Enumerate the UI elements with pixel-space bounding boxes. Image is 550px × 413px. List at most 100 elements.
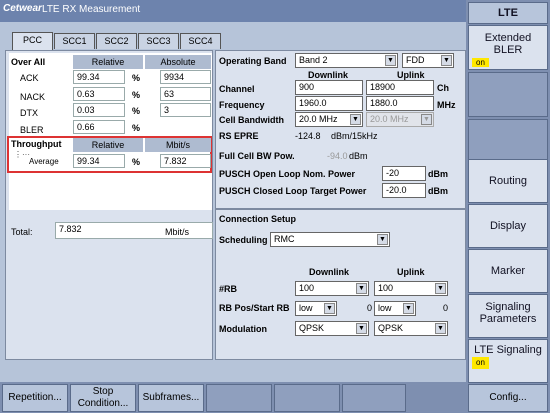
rb-pos-ul-value: low (378, 303, 392, 313)
bler-label: BLER (20, 125, 44, 135)
average-relative: 99.34 (73, 154, 125, 168)
dtx-relative: 0.03 (73, 103, 125, 117)
tab-scc3[interactable]: SCC3 (138, 33, 179, 49)
tab-scc2[interactable]: SCC2 (96, 33, 137, 49)
rb-pos-label: RB Pos/Start RB (219, 303, 290, 313)
ack-relative: 99.34 (73, 70, 125, 84)
average-label: Average (29, 157, 59, 166)
dtx-unit: % (132, 106, 141, 116)
throughput-relative-header: Relative (73, 138, 143, 152)
rb-label: #RB (219, 284, 238, 294)
channel-dl-input[interactable]: 900 (295, 80, 363, 95)
conn-uplink-header: Uplink (397, 267, 425, 277)
routing-button[interactable]: Routing (468, 159, 548, 203)
throughput-mbit-header: Mbit/s (145, 138, 211, 152)
bandwidth-dl-value: 20.0 MHz (299, 114, 338, 124)
overall-absolute-header: Absolute (145, 55, 211, 69)
chevron-down-icon: ▼ (356, 323, 367, 334)
extended-bler-status: on (472, 58, 489, 67)
signaling-parameters-button[interactable]: Signaling Parameters (468, 294, 548, 338)
conn-downlink-header: Downlink (309, 267, 349, 277)
pusch-open-input[interactable]: -20 (382, 166, 426, 181)
stop-condition-button[interactable]: Stop Condition... (70, 384, 136, 412)
frequency-dl-input[interactable]: 1960.0 (295, 96, 363, 111)
band-downlink-header: Downlink (308, 70, 348, 80)
extended-bler-button[interactable]: Extended BLER on (468, 25, 548, 70)
channel-ul-input[interactable]: 18900 (366, 80, 434, 95)
rb-start-dl: 0 (367, 303, 373, 313)
ack-absolute: 9934 (160, 70, 211, 84)
average-mbit: 7.832 (160, 154, 211, 168)
marker-button[interactable]: Marker (468, 249, 548, 293)
scheduling-label: Scheduling (219, 235, 268, 245)
frequency-unit: MHz (437, 100, 456, 110)
rb-pos-dl-value: low (299, 303, 313, 313)
average-unit: % (132, 157, 141, 167)
modulation-dl-select[interactable]: QPSK ▼ (295, 321, 369, 336)
bandwidth-dl-select[interactable]: 20.0 MHz ▼ (295, 112, 363, 127)
lte-signaling-button[interactable]: LTE Signaling on (468, 339, 548, 383)
chevron-down-icon: ▼ (350, 114, 361, 125)
band-uplink-header: Uplink (397, 70, 425, 80)
duplex-value: FDD (406, 55, 425, 65)
pusch-open-unit: dBm (428, 169, 448, 179)
modulation-ul-value: QPSK (378, 323, 404, 333)
chevron-down-icon: ▼ (435, 283, 446, 294)
nack-absolute: 63 (160, 87, 211, 101)
overall-label: Over All (11, 57, 46, 67)
chevron-down-icon: ▼ (377, 234, 388, 245)
bler-unit: % (132, 123, 141, 133)
lte-signaling-status: on (472, 357, 489, 369)
operating-band-select[interactable]: Band 2 ▼ (295, 53, 398, 68)
bler-relative: 0.66 (73, 120, 125, 134)
tree-connector-icon: ⋮··· (14, 150, 30, 159)
empty-bottom-softkey-1[interactable] (206, 384, 272, 412)
nack-unit: % (132, 90, 141, 100)
modulation-dl-value: QPSK (299, 323, 325, 333)
bandwidth-ul-select[interactable]: 20.0 MHz ▼ (366, 112, 434, 127)
full-cell-bw-value: -94.0 (327, 151, 348, 161)
total-unit: Mbit/s (165, 227, 190, 237)
operating-band-value: Band 2 (299, 55, 328, 65)
tab-pcc[interactable]: PCC (12, 32, 53, 50)
full-cell-bw-unit: dBm (349, 151, 368, 161)
empty-bottom-softkey-3[interactable] (342, 384, 406, 412)
empty-softkey-1[interactable] (468, 72, 548, 117)
frequency-ul-input[interactable]: 1880.0 (366, 96, 434, 111)
rb-pos-dl-select[interactable]: low ▼ (295, 301, 337, 316)
config-button[interactable]: Config... (468, 384, 548, 412)
repetition-button[interactable]: Repetition... (2, 384, 68, 412)
cell-bandwidth-label: Cell Bandwidth (219, 115, 284, 125)
rb-dl-value: 100 (299, 283, 315, 293)
empty-bottom-softkey-2[interactable] (274, 384, 340, 412)
dtx-absolute: 3 (160, 103, 211, 117)
display-button[interactable]: Display (468, 204, 548, 248)
modulation-label: Modulation (219, 324, 267, 334)
dtx-label: DTX (20, 108, 38, 118)
frequency-label: Frequency (219, 100, 265, 110)
pusch-closed-unit: dBm (428, 186, 448, 196)
pusch-closed-label: PUSCH Closed Loop Target Power (219, 186, 367, 196)
tab-scc4[interactable]: SCC4 (180, 33, 221, 49)
nack-label: NACK (20, 92, 46, 102)
empty-softkey-2[interactable] (468, 119, 548, 164)
rb-dl-select[interactable]: 100 ▼ (295, 281, 369, 296)
tab-scc1[interactable]: SCC1 (54, 33, 95, 49)
rb-ul-value: 100 (378, 283, 394, 293)
total-value: 7.832 (55, 222, 213, 239)
sidebar-header: LTE (468, 2, 548, 24)
modulation-ul-select[interactable]: QPSK ▼ (374, 321, 448, 336)
rs-epre-label: RS EPRE (219, 131, 259, 141)
duplex-select[interactable]: FDD ▼ (402, 53, 454, 68)
rb-ul-select[interactable]: 100 ▼ (374, 281, 448, 296)
rs-epre-value: -124.8 (295, 131, 321, 141)
nack-relative: 0.63 (73, 87, 125, 101)
chevron-down-icon: ▼ (356, 283, 367, 294)
pusch-open-label: PUSCH Open Loop Nom. Power (219, 169, 356, 179)
chevron-down-icon: ▼ (324, 303, 335, 314)
rb-pos-ul-select[interactable]: low ▼ (374, 301, 416, 316)
pusch-closed-input[interactable]: -20.0 (382, 183, 426, 198)
scheduling-select[interactable]: RMC ▼ (270, 232, 390, 247)
subframes-button[interactable]: Subframes... (138, 384, 204, 412)
chevron-down-icon: ▼ (421, 114, 432, 125)
